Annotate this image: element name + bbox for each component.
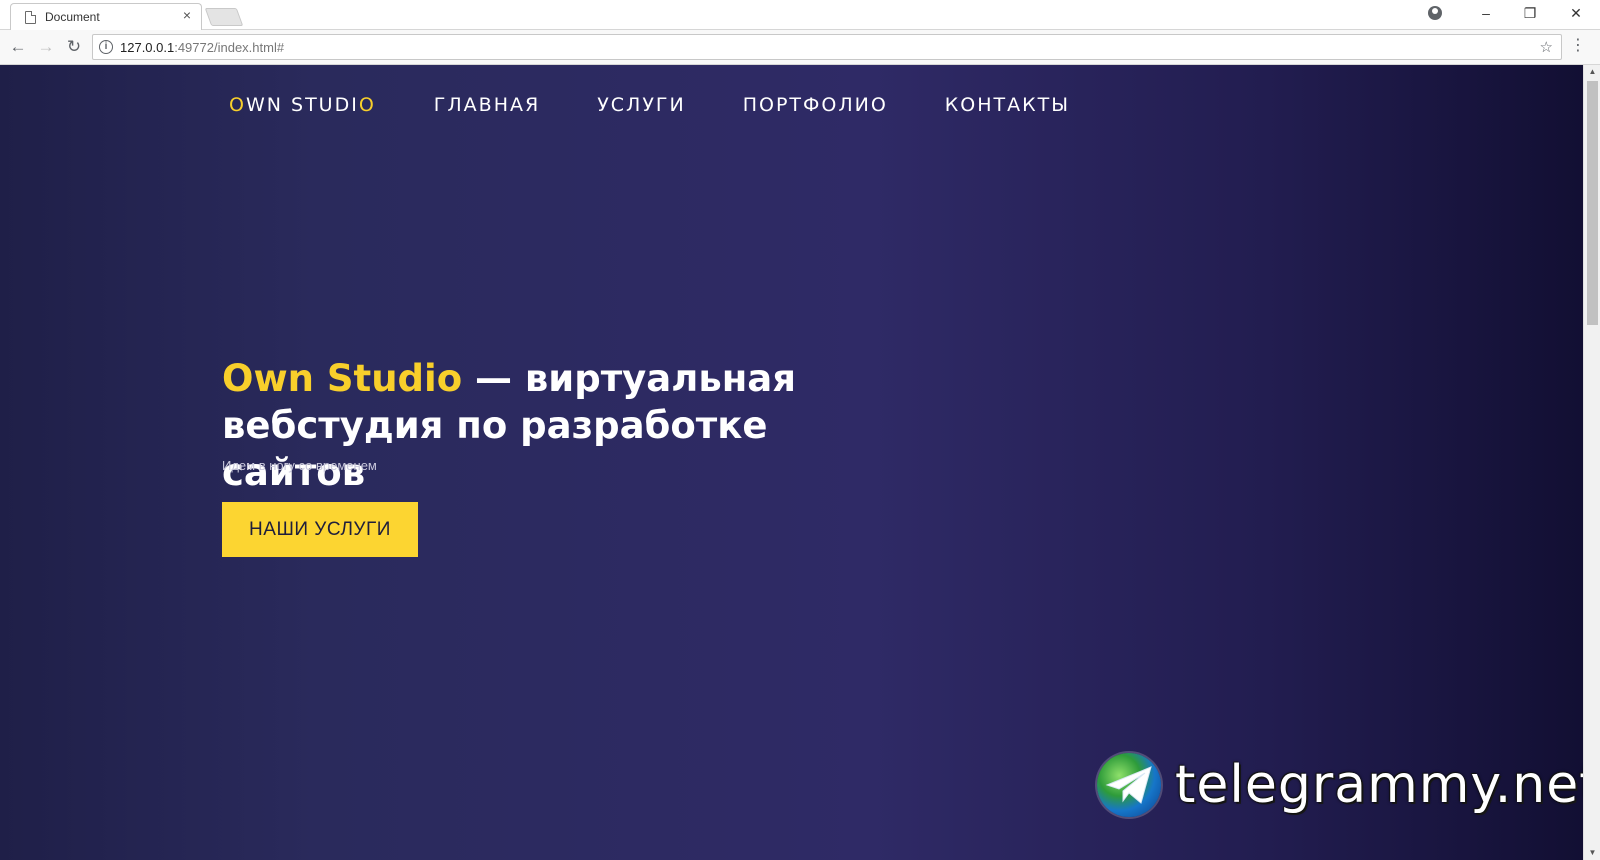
nav-link-contacts[interactable]: КОНТАКТЫ bbox=[945, 94, 1070, 116]
nav-link-home[interactable]: ГЛАВНАЯ bbox=[434, 94, 540, 116]
tab-bar: Document × – ❐ ✕ bbox=[0, 0, 1600, 30]
watermark: telegrammy.net bbox=[1097, 753, 1583, 817]
tab-close-icon[interactable]: × bbox=[183, 7, 191, 23]
hero-title: Own Studio — виртуальная вебстудия по ра… bbox=[222, 355, 922, 496]
address-bar[interactable]: i 127.0.0.1:49772/index.html# ☆ bbox=[92, 34, 1562, 60]
scroll-down-icon[interactable]: ▼ bbox=[1584, 846, 1600, 860]
back-arrow-icon[interactable]: ← bbox=[8, 37, 28, 57]
reload-icon[interactable]: ↻ bbox=[64, 37, 84, 57]
minimize-button[interactable]: – bbox=[1476, 3, 1496, 23]
account-icon[interactable] bbox=[1428, 6, 1442, 20]
forward-arrow-icon[interactable]: → bbox=[36, 37, 56, 57]
page-viewport: OWN STUDIO ГЛАВНАЯ УСЛУГИ ПОРТФОЛИО КОНТ… bbox=[0, 65, 1583, 860]
watermark-text: telegrammy.net bbox=[1175, 755, 1583, 815]
url-text[interactable]: 127.0.0.1:49772/index.html# bbox=[120, 40, 284, 55]
info-icon[interactable]: i bbox=[99, 40, 113, 54]
browser-toolbar: ← → ↻ i 127.0.0.1:49772/index.html# ☆ ⋮ bbox=[0, 30, 1600, 65]
telegram-globe-icon bbox=[1097, 753, 1161, 817]
tab-title: Document bbox=[45, 10, 100, 24]
new-tab-button[interactable] bbox=[204, 8, 244, 26]
scroll-up-icon[interactable]: ▲ bbox=[1584, 65, 1600, 79]
our-services-button[interactable]: НАШИ УСЛУГИ bbox=[222, 502, 418, 557]
close-window-button[interactable]: ✕ bbox=[1566, 3, 1586, 23]
nav-link-portfolio[interactable]: ПОРТФОЛИО bbox=[743, 94, 888, 116]
site-logo[interactable]: OWN STUDIO bbox=[229, 94, 376, 116]
hero-subtitle: Идем в ногу со временем bbox=[222, 458, 377, 473]
document-icon bbox=[25, 11, 36, 24]
nav-link-services[interactable]: УСЛУГИ bbox=[597, 94, 686, 116]
hero-brand: Own Studio bbox=[222, 357, 463, 400]
site-nav: OWN STUDIO ГЛАВНАЯ УСЛУГИ ПОРТФОЛИО КОНТ… bbox=[229, 93, 1127, 117]
page-scrollbar[interactable]: ▲ ▼ bbox=[1583, 65, 1600, 860]
browser-tab[interactable]: Document × bbox=[10, 3, 202, 30]
restore-button[interactable]: ❐ bbox=[1520, 3, 1540, 23]
scrollbar-thumb[interactable] bbox=[1587, 81, 1598, 325]
browser-menu-icon[interactable]: ⋮ bbox=[1570, 36, 1586, 56]
bookmark-star-icon[interactable]: ☆ bbox=[1540, 38, 1553, 56]
